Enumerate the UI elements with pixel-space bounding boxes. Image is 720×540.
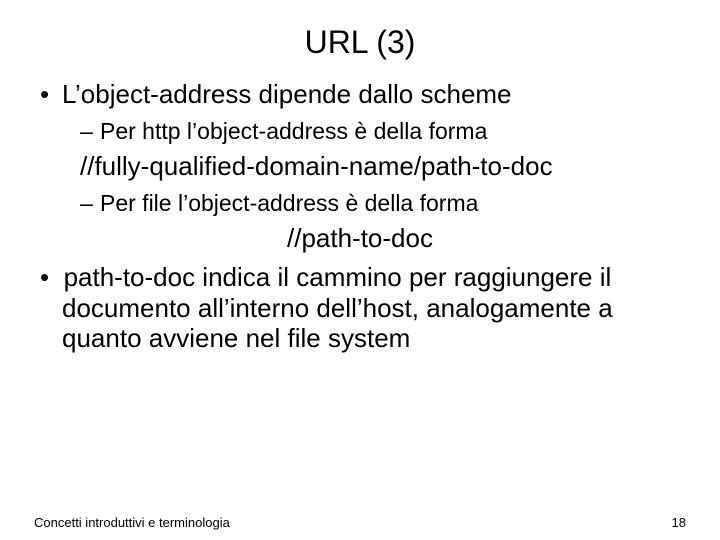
bullet-text: L’object-address dipende dallo scheme [62,79,512,109]
bullet-level1: •L’object-address dipende dallo scheme [40,79,686,110]
bullet-dash: – [80,118,100,145]
bullet-dot: • [40,79,62,110]
bullet-level1-paragraph: • path-to-doc indica il cammino per ragg… [62,262,686,354]
url-format-http: //fully-qualified-domain-name/path-to-do… [80,151,686,182]
bullet-text: Per file l’object-address è della forma [100,190,478,216]
footer: Concetti introduttivi e terminologia 18 [34,515,686,530]
slide-title: URL (3) [34,24,686,61]
bullet-level2: –Per file l’object-address è della forma [80,190,686,217]
bullet-dash: – [80,190,100,217]
slide: URL (3) •L’object-address dipende dallo … [0,0,720,540]
bullet-dot: • [40,262,64,292]
page-number: 18 [672,515,686,530]
bullet-level2: –Per http l’object-address è della forma [80,118,686,145]
footer-left: Concetti introduttivi e terminologia [34,515,230,530]
url-format-file: //path-to-doc [34,223,686,254]
bullet-text: Per http l’object-address è della forma [100,118,487,144]
bullet-text: path-to-doc indica il cammino per raggiu… [62,262,613,353]
